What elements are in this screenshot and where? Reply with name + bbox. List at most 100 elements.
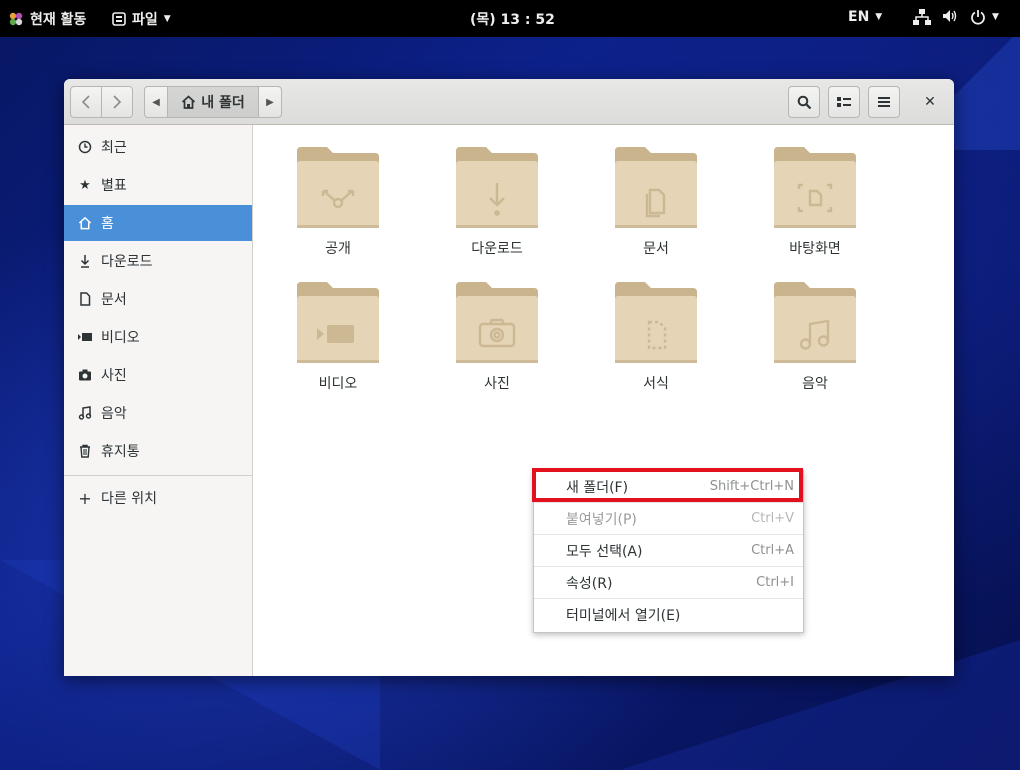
folder-music-icon	[774, 282, 856, 363]
path-home-label: 내 폴더	[201, 95, 245, 111]
menu-item-label: 모두 선택(A)	[566, 543, 643, 560]
chevron-left-icon	[81, 95, 90, 109]
menu-item-label: 터미널에서 열기(E)	[566, 608, 681, 624]
folder-item[interactable]: 문서	[596, 147, 716, 267]
folder-label: 문서	[643, 241, 669, 257]
sidebar-item-home[interactable]: 홈	[64, 205, 252, 241]
plus-icon: +	[78, 488, 92, 508]
folder-item[interactable]: 사진	[437, 282, 557, 402]
sidebar-item-trash[interactable]: 휴지통	[64, 433, 252, 469]
folder-item[interactable]: 바탕화면	[755, 147, 875, 267]
folder-item[interactable]: 공개	[278, 147, 398, 267]
document-icon	[80, 292, 91, 306]
folder-label: 다운로드	[471, 241, 523, 257]
network-icon	[913, 9, 931, 25]
folder-videos-icon	[297, 282, 379, 363]
path-scroll-right-button[interactable]: ▶	[258, 86, 282, 118]
menu-item-new-folder[interactable]: 새 폴더(F) Shift+Ctrl+N	[534, 471, 803, 503]
header-bar: ◀ 내 폴더 ▶ ✕	[64, 79, 954, 125]
triangle-right-icon: ▶	[266, 96, 274, 108]
file-manager-window: ◀ 내 폴더 ▶ ✕ 최근 ★ 별표 홈 다운로드 문서 비디오 사진 음악 휴…	[64, 79, 954, 676]
folder-download-icon	[456, 147, 538, 228]
sidebar-item-label: 사진	[101, 368, 127, 384]
folder-label: 비디오	[318, 376, 358, 392]
folder-label: 사진	[484, 376, 510, 392]
clock-label: (목) 13 : 52	[470, 12, 555, 28]
menu-item-shortcut: Ctrl+I	[756, 575, 794, 590]
home-icon	[78, 216, 92, 230]
menu-item-open-terminal[interactable]: 터미널에서 열기(E)	[534, 599, 803, 631]
folder-pictures-icon	[456, 282, 538, 363]
language-label: EN	[848, 9, 870, 25]
search-button[interactable]	[788, 86, 820, 118]
video-icon	[78, 333, 92, 341]
sidebar-divider	[64, 475, 252, 476]
folder-share-icon	[297, 147, 379, 228]
volume-status[interactable]	[942, 9, 958, 23]
sidebar-item-other-locations[interactable]: + 다른 위치	[64, 480, 252, 516]
chevron-down-icon: ▼	[992, 12, 999, 22]
app-menu[interactable]: 파일 ▼	[112, 9, 171, 29]
places-sidebar: 최근 ★ 별표 홈 다운로드 문서 비디오 사진 음악 휴지통 + 다른 위치	[64, 125, 253, 676]
folder-label: 바탕화면	[789, 241, 841, 257]
context-menu: 새 폴더(F) Shift+Ctrl+N 붙여넣기(P) Ctrl+V 모두 선…	[533, 470, 804, 633]
activities-button[interactable]: 현재 활동	[8, 9, 86, 29]
file-manager-icon	[112, 12, 126, 26]
download-icon	[80, 255, 90, 268]
system-menu[interactable]: ▼	[970, 9, 999, 25]
folder-item[interactable]: 다운로드	[437, 147, 557, 267]
folder-documents-icon	[615, 147, 697, 228]
close-window-button[interactable]: ✕	[916, 86, 944, 118]
path-scroll-left-button[interactable]: ◀	[144, 86, 168, 118]
sidebar-item-starred[interactable]: ★ 별표	[64, 167, 252, 203]
sidebar-item-label: 문서	[101, 292, 127, 308]
chevron-down-icon: ▼	[163, 14, 171, 24]
list-view-icon	[837, 97, 851, 107]
folder-label: 공개	[325, 241, 351, 257]
chevron-right-icon	[113, 95, 122, 109]
menu-item-select-all[interactable]: 모두 선택(A) Ctrl+A	[534, 535, 803, 567]
sidebar-item-label: 다운로드	[101, 254, 153, 270]
sidebar-item-documents[interactable]: 문서	[64, 281, 252, 317]
sidebar-item-label: 별표	[101, 178, 127, 194]
folder-item[interactable]: 비디오	[278, 282, 398, 402]
input-language-menu[interactable]: EN ▼	[848, 9, 882, 25]
music-icon	[78, 406, 92, 420]
trash-icon	[80, 444, 90, 458]
folder-desktop-icon	[774, 147, 856, 228]
clock-icon	[78, 140, 92, 154]
forward-button[interactable]	[101, 86, 133, 118]
sidebar-item-videos[interactable]: 비디오	[64, 319, 252, 355]
sidebar-item-downloads[interactable]: 다운로드	[64, 243, 252, 279]
sidebar-item-label: 비디오	[101, 330, 140, 346]
triangle-left-icon: ◀	[152, 96, 160, 108]
menu-item-properties[interactable]: 속성(R) Ctrl+I	[534, 567, 803, 599]
network-status[interactable]	[913, 9, 931, 25]
menu-item-label: 속성(R)	[566, 575, 613, 592]
hamburger-icon	[878, 97, 890, 107]
sidebar-item-label: 홈	[101, 216, 114, 232]
menu-item-paste[interactable]: 붙여넣기(P) Ctrl+V	[534, 503, 803, 535]
menu-item-shortcut: Ctrl+A	[751, 543, 794, 558]
app-menu-label: 파일	[132, 12, 158, 28]
menu-item-label: 새 폴더(F)	[566, 479, 629, 496]
folder-item[interactable]: 서식	[596, 282, 716, 402]
chevron-down-icon: ▼	[875, 12, 883, 22]
activities-label: 현재 활동	[30, 12, 87, 28]
folder-templates-icon	[615, 282, 697, 363]
volume-icon	[943, 10, 957, 22]
hamburger-menu-button[interactable]	[868, 86, 900, 118]
menu-item-shortcut: Ctrl+V	[751, 511, 794, 526]
folder-item[interactable]: 음악	[755, 282, 875, 402]
power-icon	[971, 10, 985, 25]
view-toggle-button[interactable]	[828, 86, 860, 118]
clock[interactable]: (목) 13 : 52	[470, 9, 555, 29]
star-icon: ★	[79, 177, 91, 193]
sidebar-item-music[interactable]: 음악	[64, 395, 252, 431]
path-home-button[interactable]: 내 폴더	[167, 86, 259, 118]
camera-icon	[79, 369, 91, 381]
sidebar-item-recent[interactable]: 최근	[64, 129, 252, 165]
search-icon	[797, 95, 811, 109]
back-button[interactable]	[70, 86, 102, 118]
sidebar-item-pictures[interactable]: 사진	[64, 357, 252, 393]
